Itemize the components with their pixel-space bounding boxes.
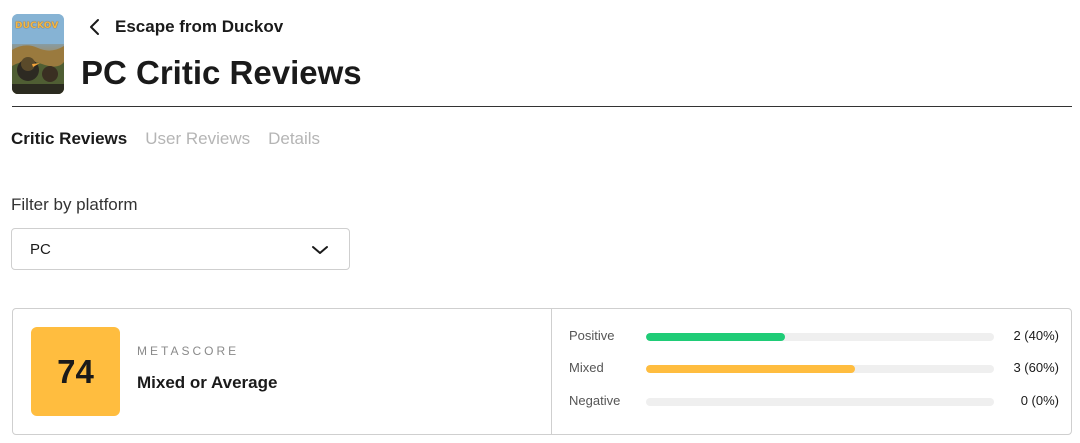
score-verdict: Mixed or Average <box>137 373 278 392</box>
distribution-count-positive: 2 (40%) <box>1013 328 1059 343</box>
card-divider <box>551 309 552 434</box>
tab-details[interactable]: Details <box>268 128 320 150</box>
page-title: PC Critic Reviews <box>81 54 362 91</box>
metascore-card: 74 METASCORE Mixed or Average Positive 2… <box>12 308 1072 435</box>
distribution-label-positive: Positive <box>569 328 615 343</box>
review-tabs: Critic Reviews User Reviews Details <box>11 128 320 150</box>
distribution-bar-mixed <box>646 365 855 373</box>
game-cover-image: DUCKOV <box>12 14 64 94</box>
tab-user-reviews[interactable]: User Reviews <box>145 128 250 150</box>
metascore-label: METASCORE <box>137 344 240 358</box>
distribution-track-mixed <box>646 365 994 373</box>
header-divider <box>12 106 1072 107</box>
back-link[interactable]: Escape from Duckov <box>88 14 283 40</box>
distribution-label-negative: Negative <box>569 393 621 408</box>
distribution-count-negative: 0 (0%) <box>1020 393 1059 408</box>
distribution-label-mixed: Mixed <box>569 360 604 375</box>
distribution-bar-positive <box>646 333 786 341</box>
distribution-track-positive <box>646 333 994 341</box>
platform-select-value: PC <box>30 240 51 258</box>
cover-title: DUCKOV <box>15 21 59 31</box>
tab-critic-reviews[interactable]: Critic Reviews <box>11 128 127 150</box>
metascore-value: 74 <box>57 352 94 390</box>
distribution-row-negative: Negative 0 (0%) <box>569 392 1059 410</box>
filter-label: Filter by platform <box>11 195 138 214</box>
platform-select[interactable]: PC <box>11 228 350 270</box>
chevron-left-icon <box>88 17 102 37</box>
game-title[interactable]: Escape from Duckov <box>115 17 283 37</box>
distribution-count-mixed: 3 (60%) <box>1013 360 1059 375</box>
distribution-track-negative <box>646 398 994 406</box>
distribution-row-mixed: Mixed 3 (60%) <box>569 359 1059 377</box>
metascore-badge: 74 <box>31 327 120 416</box>
distribution-row-positive: Positive 2 (40%) <box>569 327 1059 345</box>
chevron-down-icon <box>311 243 329 255</box>
